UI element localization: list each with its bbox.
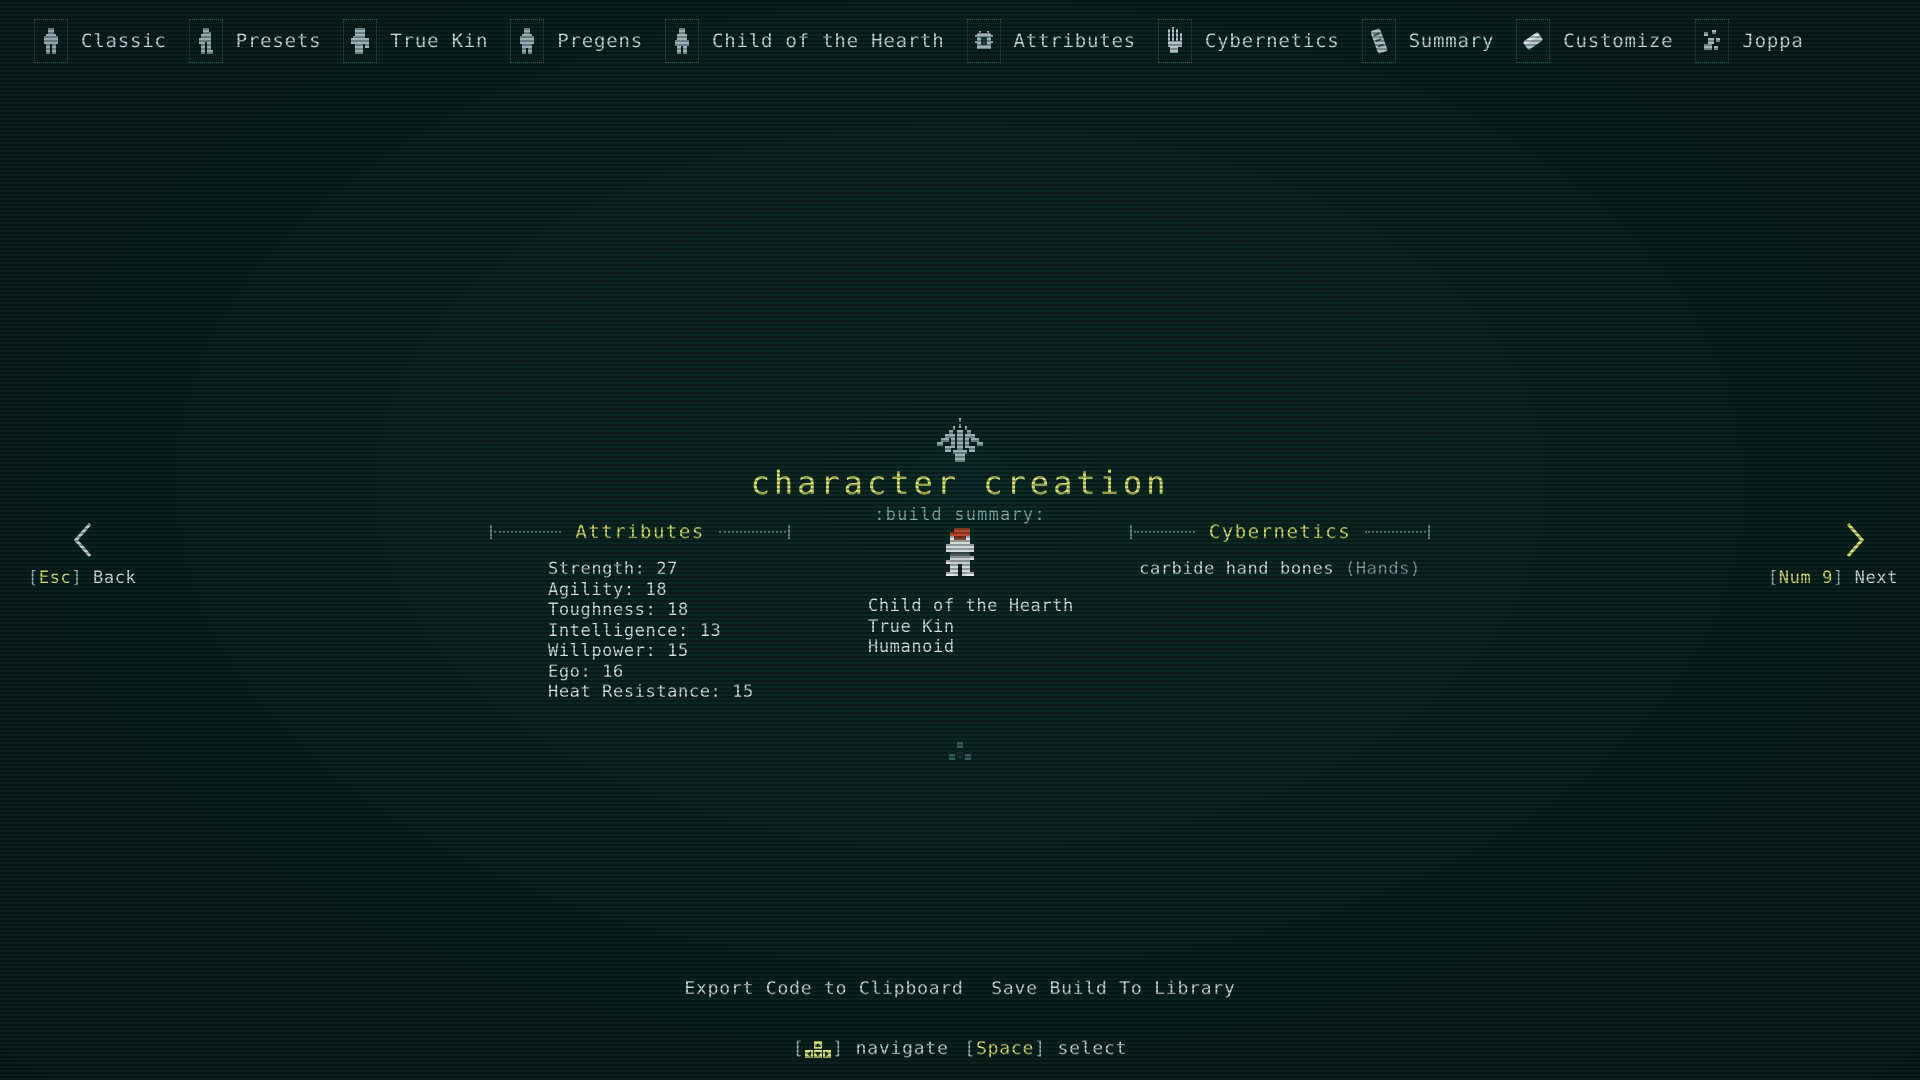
tab-summary[interactable]: Summary xyxy=(1361,10,1495,72)
back-button-label: [Esc] Back xyxy=(28,568,210,588)
list-item: Child of the Hearth xyxy=(868,596,1074,616)
attributes-list: Strength: 27 Agility: 18 Toughness: 18 I… xyxy=(490,559,790,703)
decorative-glyph-cluster xyxy=(0,740,1920,770)
list-item: carbide hand bones (Hands) xyxy=(1130,559,1430,580)
tab-pregens[interactable]: Pregens xyxy=(510,10,643,72)
select-hint: [Space] select xyxy=(964,1038,1127,1059)
back-key: Esc xyxy=(38,568,72,588)
next-label: Next xyxy=(1854,568,1898,588)
list-item: Agility: 18 xyxy=(548,579,668,600)
summary-scroll-icon xyxy=(1361,19,1396,63)
qud-tree-emblem-icon xyxy=(0,418,1920,462)
export-code-to-clipboard-button[interactable]: Export Code to Clipboard xyxy=(684,978,963,999)
divider-right xyxy=(715,525,791,539)
presets-figure-icon xyxy=(188,19,223,63)
pregens-figure-icon xyxy=(510,19,545,63)
bracket-open: [ xyxy=(792,1038,805,1059)
back-button[interactable]: [Esc] Back xyxy=(0,520,210,588)
select-key: Space xyxy=(976,1038,1035,1059)
classic-figure-icon xyxy=(34,19,68,63)
attributes-panel: Attributes Strength: 27 Agility: 18 Toug… xyxy=(490,520,791,703)
cybernetics-hand-icon xyxy=(1157,19,1192,63)
select-label: select xyxy=(1057,1038,1128,1059)
tab-label: True Kin xyxy=(390,30,489,52)
attributes-panel-title: Attributes xyxy=(575,521,705,543)
tab-label: Classic xyxy=(81,30,167,52)
tab-label: Presets xyxy=(235,30,322,52)
next-key: Num 9 xyxy=(1778,568,1833,588)
cybernetics-panel-header: Cybernetics xyxy=(1130,520,1430,544)
next-button[interactable]: [Num 9] Next xyxy=(1660,520,1920,588)
tab-child-of-the-hearth[interactable]: Child of the Hearth xyxy=(664,10,945,72)
bracket-close: ] xyxy=(71,568,83,588)
tab-label: Pregens xyxy=(557,30,643,52)
hero-header: character creation :build summary: xyxy=(0,418,1920,525)
tab-classic[interactable]: Classic xyxy=(34,10,167,72)
true-kin-figure-icon xyxy=(343,19,378,63)
attributes-panel-header: Attributes xyxy=(490,520,791,544)
tab-label: Cybernetics xyxy=(1204,30,1340,52)
character-panel: Child of the Hearth True Kin Humanoid xyxy=(810,520,1110,658)
list-item: Strength: 27 xyxy=(548,559,679,579)
bracket-close: ] xyxy=(832,1038,844,1059)
joppa-map-icon xyxy=(1695,19,1730,63)
tab-joppa[interactable]: Joppa xyxy=(1695,10,1803,72)
divider-left xyxy=(1130,525,1199,539)
cybernetics-list: carbide hand bones (Hands) xyxy=(1130,559,1430,580)
navigate-hint: [ ] navigate xyxy=(793,1038,961,1059)
list-item: Humanoid xyxy=(868,637,955,657)
bracket-close: ] xyxy=(1034,1038,1046,1059)
chevron-left-icon xyxy=(28,520,210,562)
bracket-open: [ xyxy=(964,1038,976,1059)
next-button-label: [Num 9] Next xyxy=(1660,568,1898,588)
tab-true-kin[interactable]: True Kin xyxy=(343,10,488,72)
attributes-chip-icon xyxy=(966,19,1001,63)
divider-right xyxy=(1361,525,1430,539)
implant-slot: (Hands) xyxy=(1345,559,1421,579)
list-item: Toughness: 18 xyxy=(548,600,689,620)
bracket-close: ] xyxy=(1832,568,1844,588)
list-item: True Kin xyxy=(868,616,955,637)
child-of-the-hearth-figure-icon xyxy=(664,19,699,63)
qud-character-creation-screen: Classic Presets True Kin Pregens Child o… xyxy=(0,0,1920,1080)
breadcrumb-tab-bar: Classic Presets True Kin Pregens Child o… xyxy=(0,0,1920,82)
bracket-open: [ xyxy=(1767,568,1779,588)
player-character-sprite xyxy=(938,528,982,580)
tab-label: Child of the Hearth xyxy=(711,30,945,52)
list-item: Heat Resistance: 15 xyxy=(548,682,754,702)
keyboard-hint-bar: [ ] navigate [Space] select xyxy=(0,1038,1920,1063)
implant-name: carbide hand bones xyxy=(1139,559,1335,579)
tab-cybernetics[interactable]: Cybernetics xyxy=(1157,10,1340,72)
chevron-right-icon xyxy=(1660,520,1898,562)
list-item: Ego: 16 xyxy=(548,661,624,682)
customize-gem-icon xyxy=(1516,19,1551,63)
tab-attributes[interactable]: Attributes xyxy=(966,10,1136,72)
page-title: character creation xyxy=(750,464,1170,502)
divider-left xyxy=(490,525,565,539)
bracket-open: [ xyxy=(28,568,39,588)
tab-customize[interactable]: Customize xyxy=(1516,10,1673,72)
navigate-label: navigate xyxy=(855,1038,949,1059)
back-label: Back xyxy=(93,568,137,588)
cybernetics-panel-title: Cybernetics xyxy=(1208,521,1352,543)
cybernetics-panel: Cybernetics carbide hand bones (Hands) xyxy=(1130,520,1430,580)
action-button-row: Export Code to Clipboard Save Build To L… xyxy=(0,978,1920,999)
character-description: Child of the Hearth True Kin Humanoid xyxy=(810,596,1110,658)
tab-label: Joppa xyxy=(1742,30,1804,52)
tab-presets[interactable]: Presets xyxy=(188,10,322,72)
save-build-to-library-button[interactable]: Save Build To Library xyxy=(991,978,1235,999)
list-item: Willpower: 15 xyxy=(548,641,689,661)
arrow-keys-glyph-icon xyxy=(805,1041,832,1063)
list-item: Intelligence: 13 xyxy=(548,620,722,641)
tab-label: Attributes xyxy=(1013,30,1136,52)
tab-label: Summary xyxy=(1408,30,1495,52)
tab-label: Customize xyxy=(1563,30,1674,52)
